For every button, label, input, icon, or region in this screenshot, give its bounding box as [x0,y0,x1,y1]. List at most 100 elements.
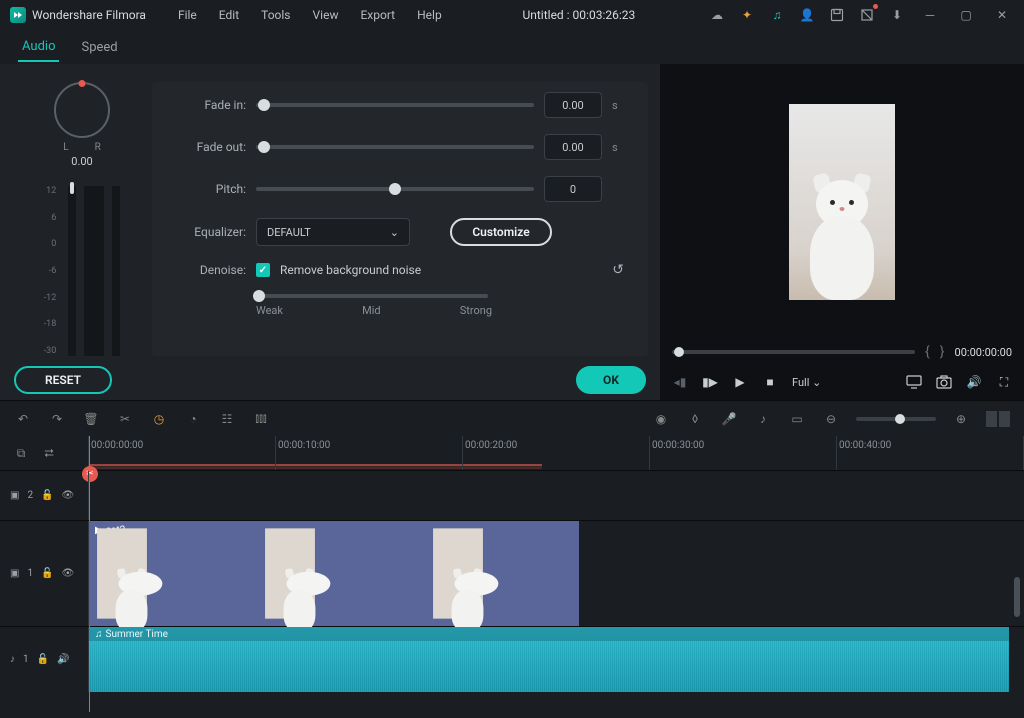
music-note-icon: ♫ [95,629,103,640]
chevron-down-icon: ⌄ [390,226,399,239]
volume-icon[interactable]: 🔊 [966,374,982,390]
pitch-value[interactable]: 0 [544,176,602,202]
menu-view[interactable]: View [305,4,347,26]
denoise-label: Denoise: [178,263,246,277]
eye-icon[interactable]: 👁 [62,490,75,501]
mark-in-icon[interactable]: { [925,344,930,360]
fade-out-slider[interactable] [256,145,534,149]
record-mic-icon[interactable]: 🎤 [720,410,738,428]
ruler[interactable]: ✂ 00:00:00:00 00:00:10:00 00:00:20:00 00… [88,436,1024,470]
preview-panel: { } 00:00:00:00 ◂▮ ▮▶ ▶ ■ Full ⌄ 🔊 ⛶ [660,64,1024,400]
music-icon[interactable]: ♪ [754,410,772,428]
app-brand: Wondershare Filmora [32,8,146,22]
quality-select[interactable]: Full ⌄ [792,376,821,389]
zoom-in-icon[interactable]: ⊕ [952,410,970,428]
render-icon[interactable]: ◉ [652,410,670,428]
layout-toggle[interactable] [986,411,1010,427]
step-back-icon[interactable]: ◂▮ [672,374,688,390]
pan-knob[interactable] [54,82,110,138]
maximize-button[interactable]: ▢ [954,8,978,22]
pitch-slider[interactable] [256,187,534,191]
timeline-v-scrollbar[interactable] [1014,577,1020,617]
fullscreen-icon[interactable]: ⛶ [996,374,1012,390]
preview-video [789,104,895,300]
display-icon[interactable] [906,374,922,390]
denoise-strength-slider[interactable] [254,294,488,298]
audio-wave-icon[interactable]: ⫾⫾⫾ [252,410,270,428]
lock-icon[interactable]: 🔓 [41,490,53,501]
save-icon[interactable] [828,6,846,24]
ok-button[interactable]: OK [576,366,646,394]
redo-icon[interactable]: ↷ [48,410,66,428]
meter-slider-thumb[interactable] [70,182,74,194]
close-button[interactable]: ✕ [990,8,1014,22]
equalizer-select[interactable]: DEFAULT⌄ [256,218,410,246]
fade-in-slider[interactable] [256,103,534,107]
menu-tools[interactable]: Tools [253,4,298,26]
titlebar: Wondershare Filmora File Edit Tools View… [0,0,1024,30]
mark-out-icon[interactable]: } [940,344,945,360]
pan-value: 0.00 [71,155,92,168]
stop-icon[interactable]: ■ [762,374,778,390]
property-tabs: Audio Speed [0,30,1024,64]
delete-icon[interactable]: 🗑 [82,410,100,428]
lock-icon[interactable]: 🔓 [37,654,49,665]
pitch-label: Pitch: [178,182,246,196]
undo-icon[interactable]: ↶ [14,410,32,428]
frame-icon[interactable]: ▭ [788,410,806,428]
play-icon[interactable]: ▶ [732,374,748,390]
eye-icon[interactable]: 👁 [62,568,75,579]
audio-clip[interactable]: ♫Summer Time [89,627,1009,692]
track-overlay: ▣2🔓👁 [0,470,1024,520]
customize-button[interactable]: Customize [450,218,552,246]
minimize-button[interactable]: ─ [918,8,942,22]
adjust-icon[interactable]: ☷ [218,410,236,428]
app-logo [10,7,26,23]
lock-icon[interactable]: 🔓 [41,568,53,579]
preview-timecode: 00:00:00:00 [955,346,1012,359]
equalizer-label: Equalizer: [178,225,246,239]
zoom-slider[interactable] [856,417,936,421]
cut-icon[interactable]: ✂ [116,410,134,428]
download-icon[interactable]: ⬇ [888,6,906,24]
menu-help[interactable]: Help [409,4,450,26]
scrub-track[interactable] [672,350,915,354]
account-icon[interactable]: 👤 [798,6,816,24]
menu-export[interactable]: Export [352,4,403,26]
reset-button[interactable]: RESET [14,366,112,394]
timer-icon[interactable]: ◔ [184,410,202,428]
track-video-1: ▣1🔓👁 ▶cat2 [0,520,1024,626]
snapshot-icon[interactable] [936,374,952,390]
fade-in-value[interactable]: 0.00 [544,92,602,118]
denoise-check-label: Remove background noise [280,263,421,277]
preview-scrubber: { } 00:00:00:00 [660,340,1024,364]
sparkle-icon[interactable]: ✦ [738,6,756,24]
denoise-checkbox[interactable]: ✓ [256,263,270,277]
track-type-icon: ♪ [10,654,15,665]
level-meter-left [84,186,104,356]
tab-audio[interactable]: Audio [18,33,59,62]
menu-file[interactable]: File [170,4,205,26]
headphones-icon[interactable]: ♫ [768,6,786,24]
reset-icon[interactable]: ↺ [612,262,624,278]
fade-out-value[interactable]: 0.00 [544,134,602,160]
track-type-icon: ▣ [10,490,19,501]
cloud-icon[interactable]: ☁ [708,6,726,24]
zoom-out-icon[interactable]: ⊖ [822,410,840,428]
marker-icon[interactable]: ◊ [686,410,704,428]
speaker-icon[interactable]: 🔊 [57,654,69,665]
video-clip[interactable]: ▶cat2 [89,521,579,626]
menu-edit[interactable]: Edit [211,4,247,26]
media-bin-icon[interactable]: ⧉ [12,444,30,462]
fade-out-label: Fade out: [178,140,246,154]
link-icon[interactable]: ⮂ [40,444,58,462]
timeline: ⧉ ⮂ ✂ 00:00:00:00 00:00:10:00 00:00:20:0… [0,436,1024,718]
speed-icon[interactable]: ◷ [150,410,168,428]
notification-icon[interactable] [858,6,876,24]
meter-scale: 1260-6-12-18-30 [44,186,61,356]
scrub-thumb[interactable] [674,347,684,357]
pan-meter: LR 0.00 1260-6-12-18-30 [12,82,152,356]
volume-slider-track[interactable] [68,186,76,356]
play-pause-icon[interactable]: ▮▶ [702,374,718,390]
tab-speed[interactable]: Speed [77,34,121,61]
